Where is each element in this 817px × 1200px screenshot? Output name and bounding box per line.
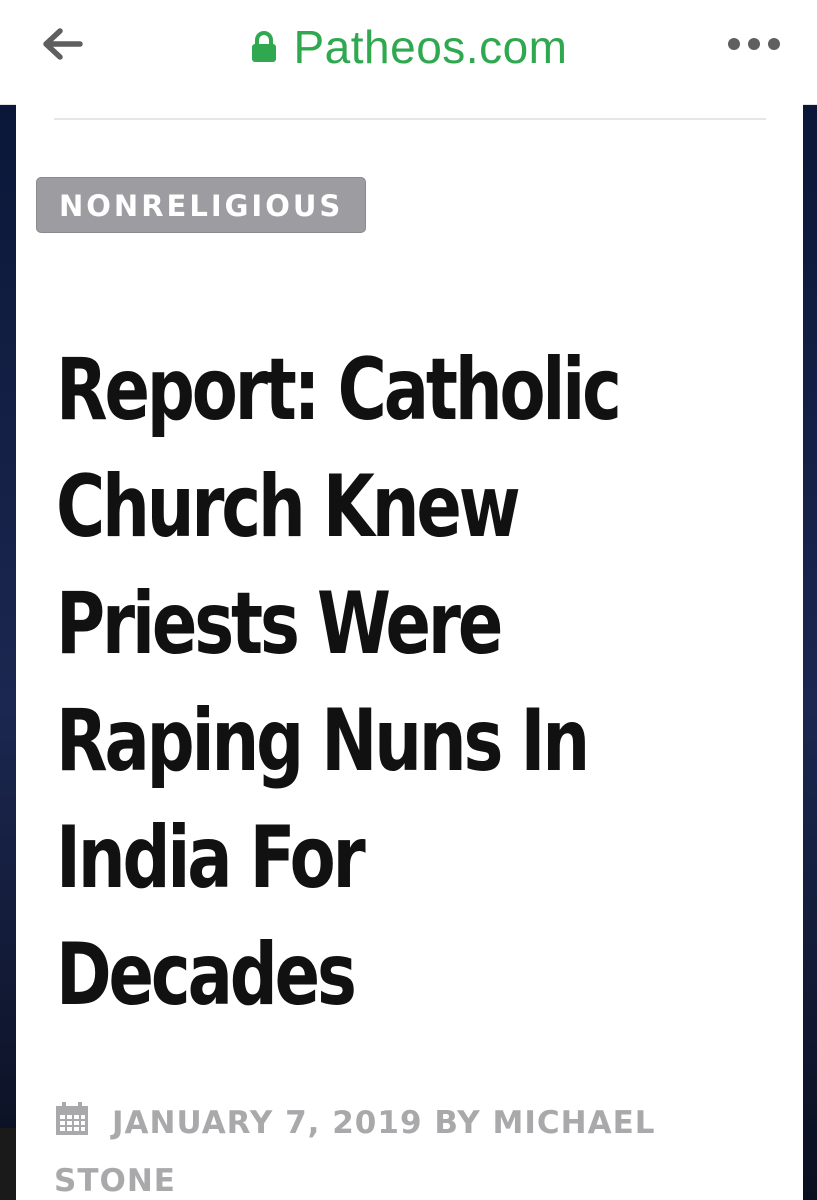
author-first-name[interactable]: MICHAEL: [493, 1105, 656, 1141]
headline-line: Priests Were: [56, 574, 503, 674]
headline-line: India For: [56, 808, 366, 908]
background-bottom: [0, 1128, 16, 1200]
background-right: [803, 104, 817, 1200]
article-meta: JANUARY 7, 2019 BY MICHAEL STONE: [54, 1094, 774, 1200]
article-headline[interactable]: Report: Catholic Church Knew Priests Wer…: [56, 332, 756, 1034]
by-label: BY: [434, 1105, 481, 1141]
headline-line: Church Knew: [56, 457, 521, 557]
publish-date[interactable]: JANUARY 7, 2019: [112, 1105, 423, 1141]
browser-toolbar: Patheos.com: [0, 0, 817, 105]
headline-line: Report: Catholic: [56, 340, 622, 440]
address-content: Patheos.com: [250, 20, 568, 74]
article-card: NONRELIGIOUS Report: Catholic Church Kne…: [16, 104, 803, 1200]
address-domain: Patheos.com: [293, 21, 568, 73]
lock-icon: [251, 31, 276, 62]
headline-line: Raping Nuns In: [56, 691, 590, 791]
address-bar[interactable]: Patheos.com: [0, 20, 817, 76]
category-badge[interactable]: NONRELIGIOUS: [36, 177, 367, 233]
author-last-name[interactable]: STONE: [54, 1163, 176, 1199]
more-horizontal-icon[interactable]: [726, 36, 782, 52]
headline-line: Decades: [56, 925, 357, 1025]
calendar-icon: [56, 1102, 88, 1135]
background-left: [0, 104, 16, 1200]
top-divider: [54, 118, 766, 120]
